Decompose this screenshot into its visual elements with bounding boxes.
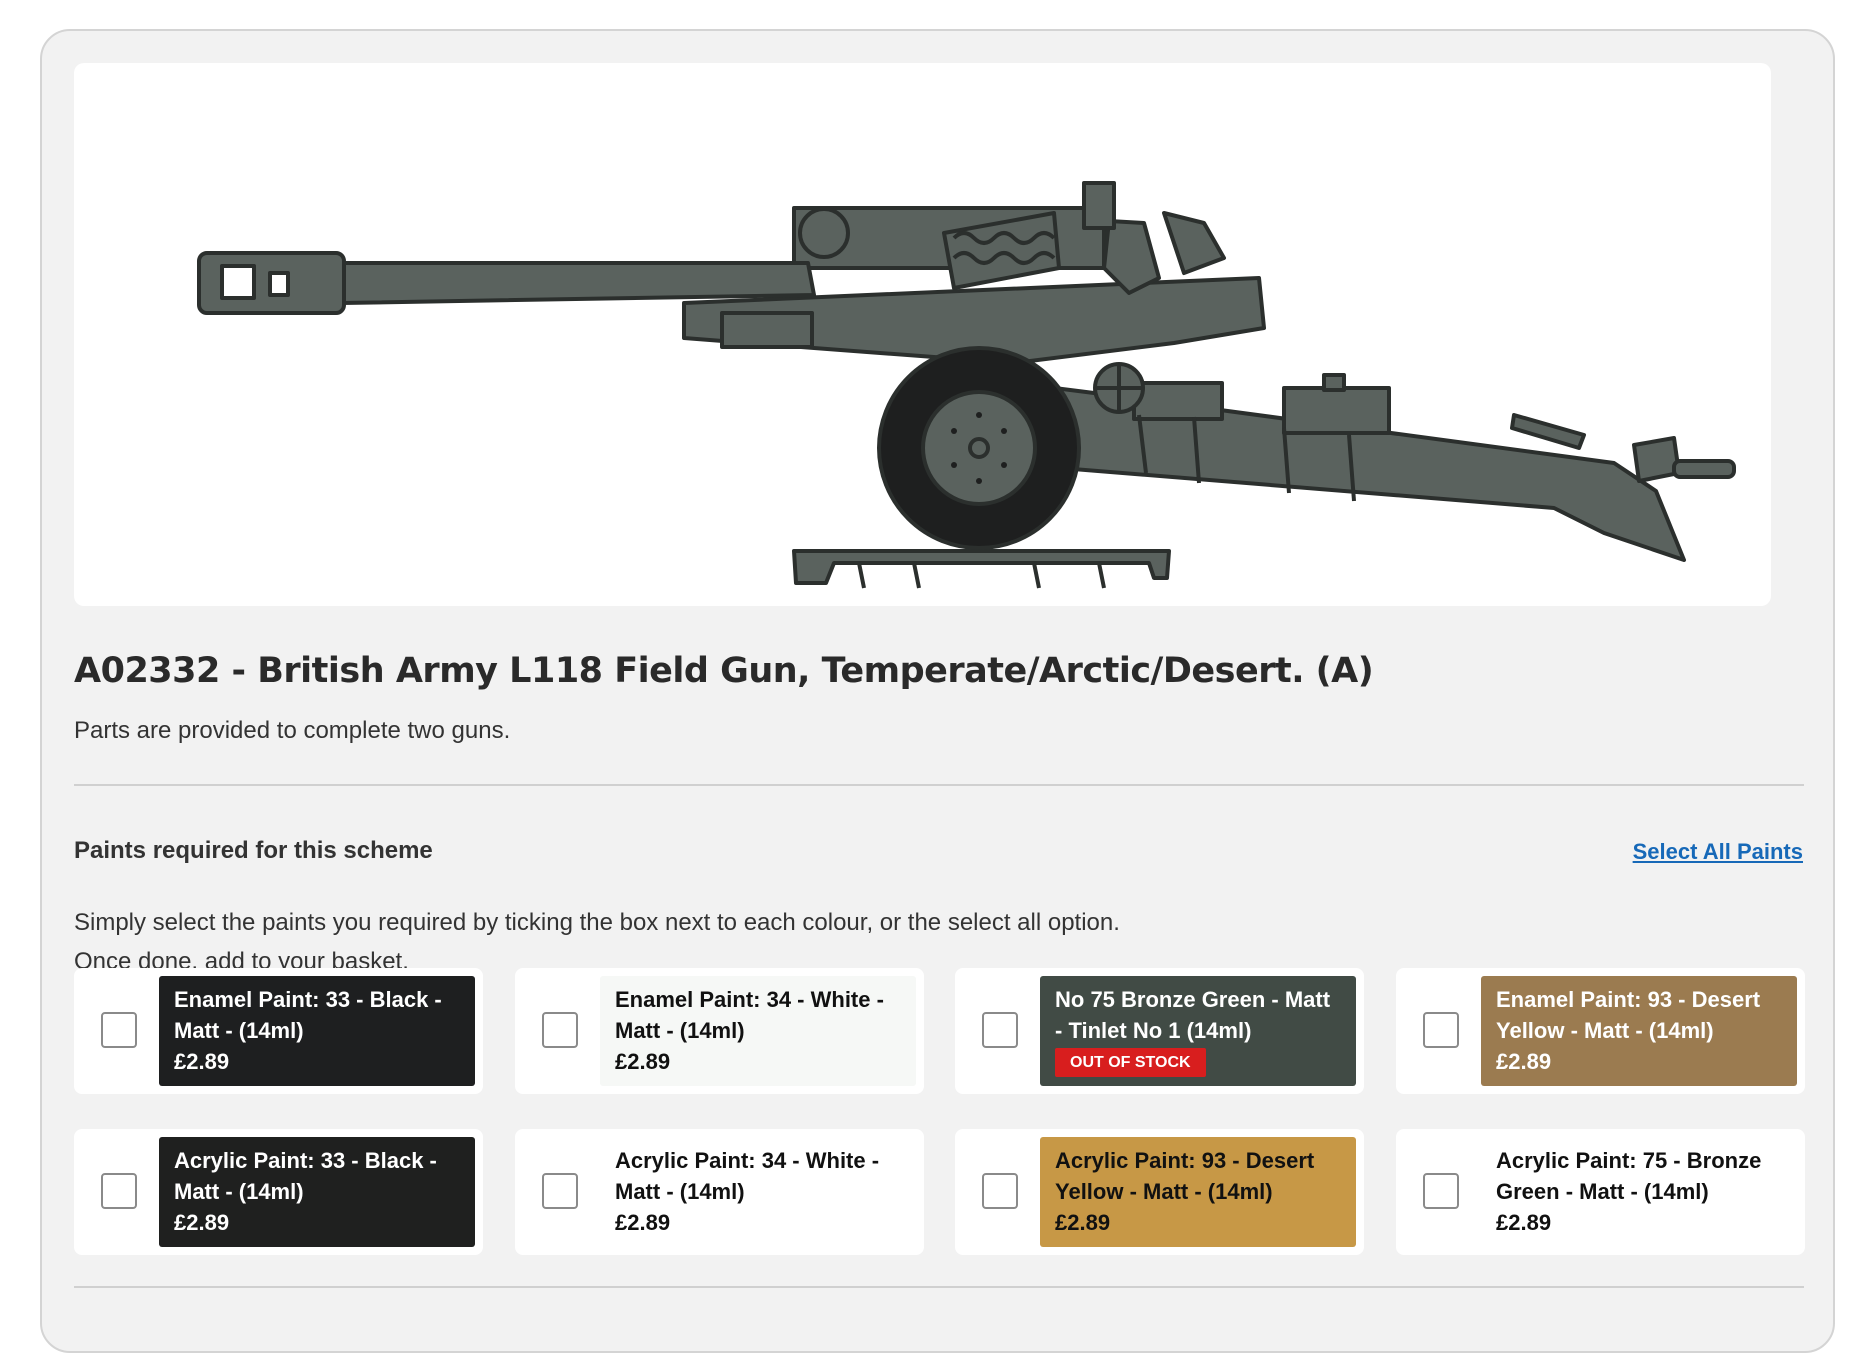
paint-price: £2.89 <box>1055 1210 1111 1235</box>
paint-checkbox[interactable] <box>101 1012 137 1048</box>
paint-swatch: Enamel Paint: 93 - Desert Yellow - Matt … <box>1481 976 1797 1086</box>
paint-name: Enamel Paint: 93 - Desert Yellow - Matt … <box>1496 987 1761 1043</box>
paint-option[interactable]: Acrylic Paint: 93 - Desert Yellow - Matt… <box>955 1129 1364 1255</box>
paint-checkbox[interactable] <box>982 1012 1018 1048</box>
paint-option[interactable]: Acrylic Paint: 34 - White - Matt - (14ml… <box>515 1129 924 1255</box>
paint-name: Acrylic Paint: 33 - Black - Matt - (14ml… <box>174 1148 437 1204</box>
instructions-line-1: Simply select the paints you required by… <box>74 909 1120 936</box>
paint-name: Enamel Paint: 34 - White - Matt - (14ml) <box>615 987 884 1043</box>
paint-swatch: No 75 Bronze Green - Matt - Tinlet No 1 … <box>1040 976 1356 1086</box>
paint-price: £2.89 <box>174 1210 230 1235</box>
paint-option[interactable]: Enamel Paint: 93 - Desert Yellow - Matt … <box>1396 968 1805 1094</box>
section-divider <box>74 1286 1804 1288</box>
select-all-paints-link[interactable]: Select All Paints <box>1633 839 1803 865</box>
paint-price: £2.89 <box>1496 1210 1552 1235</box>
product-description: Parts are provided to complete two guns. <box>74 717 511 744</box>
paint-checkbox[interactable] <box>1423 1173 1459 1209</box>
paint-option[interactable]: Enamel Paint: 34 - White - Matt - (14ml)… <box>515 968 924 1094</box>
paint-name: Acrylic Paint: 93 - Desert Yellow - Matt… <box>1055 1148 1315 1204</box>
paint-option[interactable]: Acrylic Paint: 33 - Black - Matt - (14ml… <box>74 1129 483 1255</box>
field-gun-illustration <box>197 181 1736 589</box>
paint-option[interactable]: Acrylic Paint: 75 - Bronze Green - Matt … <box>1396 1129 1805 1255</box>
paint-swatch: Acrylic Paint: 75 - Bronze Green - Matt … <box>1481 1137 1797 1247</box>
paint-checkbox[interactable] <box>542 1173 578 1209</box>
section-divider <box>74 784 1804 786</box>
paint-name: No 75 Bronze Green - Matt - Tinlet No 1 … <box>1055 987 1331 1043</box>
paint-checkbox[interactable] <box>101 1173 137 1209</box>
product-image <box>74 63 1771 606</box>
paint-option[interactable]: Enamel Paint: 33 - Black - Matt - (14ml)… <box>74 968 483 1094</box>
paint-checkbox[interactable] <box>542 1012 578 1048</box>
paint-price: £2.89 <box>1496 1049 1552 1074</box>
paint-checkbox[interactable] <box>1423 1012 1459 1048</box>
paint-swatch: Acrylic Paint: 34 - White - Matt - (14ml… <box>600 1137 916 1247</box>
paint-price: £2.89 <box>615 1210 671 1235</box>
product-card: A02332 - British Army L118 Field Gun, Te… <box>40 29 1835 1353</box>
paints-section-heading: Paints required for this scheme <box>74 837 433 864</box>
paint-option[interactable]: No 75 Bronze Green - Matt - Tinlet No 1 … <box>955 968 1364 1094</box>
paint-checkbox[interactable] <box>982 1173 1018 1209</box>
paint-swatch: Enamel Paint: 33 - Black - Matt - (14ml)… <box>159 976 475 1086</box>
paint-name: Acrylic Paint: 34 - White - Matt - (14ml… <box>615 1148 880 1204</box>
paint-swatch: Enamel Paint: 34 - White - Matt - (14ml)… <box>600 976 916 1086</box>
paint-price: £2.89 <box>174 1049 230 1074</box>
out-of-stock-badge: OUT OF STOCK <box>1055 1048 1206 1077</box>
paint-swatch: Acrylic Paint: 33 - Black - Matt - (14ml… <box>159 1137 475 1247</box>
paint-name: Acrylic Paint: 75 - Bronze Green - Matt … <box>1496 1148 1762 1204</box>
product-title: A02332 - British Army L118 Field Gun, Te… <box>74 651 1374 691</box>
paint-name: Enamel Paint: 33 - Black - Matt - (14ml) <box>174 987 442 1043</box>
paint-swatch: Acrylic Paint: 93 - Desert Yellow - Matt… <box>1040 1137 1356 1247</box>
paint-price: £2.89 <box>615 1049 671 1074</box>
